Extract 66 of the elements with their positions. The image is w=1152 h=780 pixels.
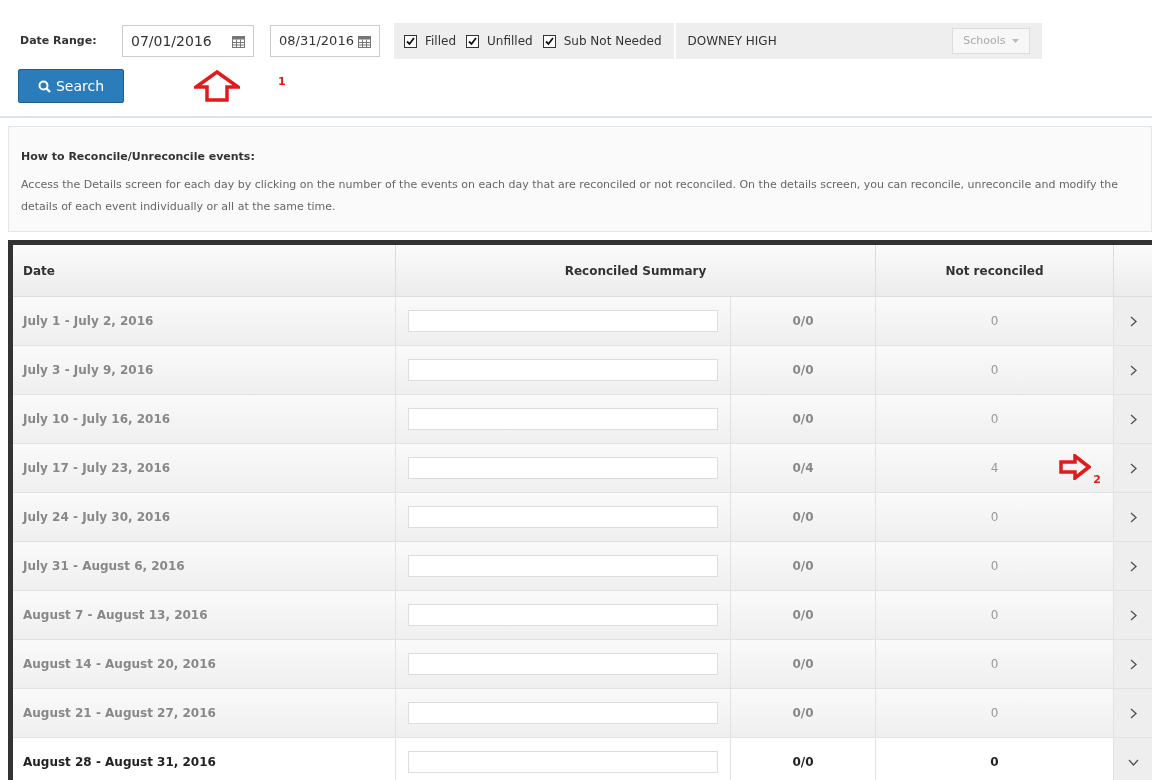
date-cell-text: August 7 - August 13, 2016 bbox=[23, 607, 208, 624]
date-cell-text: July 31 - August 6, 2016 bbox=[23, 558, 185, 575]
chevron-right-icon[interactable] bbox=[1129, 658, 1137, 670]
ratio-cell-text: 0/4 bbox=[792, 460, 814, 477]
start-date-field[interactable]: 07/01/2016 bbox=[122, 25, 254, 57]
date-range-label: Date Range: bbox=[20, 32, 98, 49]
date-cell-text: July 3 - July 9, 2016 bbox=[23, 362, 154, 379]
date-cell-text: July 10 - July 16, 2016 bbox=[23, 411, 171, 428]
ratio-cell-text: 0/0 bbox=[792, 656, 814, 673]
school-name: DOWNEY HIGH bbox=[687, 33, 777, 50]
date-value: 07/01/2016 bbox=[131, 31, 212, 51]
chevron-right-icon[interactable] bbox=[1129, 364, 1137, 376]
column-header: Reconciled Summary bbox=[396, 245, 876, 296]
count-cell-text: 4 bbox=[990, 460, 999, 477]
calendar-icon bbox=[232, 34, 245, 48]
ratio-cell-text: 0/0 bbox=[792, 705, 814, 722]
chevron-right-icon[interactable] bbox=[1129, 413, 1137, 425]
ratio-cell-text: 0/0 bbox=[792, 509, 814, 526]
chevron-right-icon[interactable] bbox=[1129, 707, 1137, 719]
ratio-cell-text: 0/0 bbox=[792, 411, 814, 428]
chevron-right-icon[interactable] bbox=[1129, 511, 1137, 523]
chevron-right-icon[interactable] bbox=[1129, 609, 1137, 621]
caret-icon bbox=[1011, 39, 1019, 43]
right-arrow-icon bbox=[1059, 454, 1092, 480]
checkbox-label: Filled bbox=[425, 33, 457, 50]
column-header: Date bbox=[13, 245, 396, 296]
count-cell-text: 0 bbox=[990, 411, 999, 428]
search-icon bbox=[37, 79, 51, 93]
checkbox-label: Sub Not Needed bbox=[563, 33, 662, 50]
checkbox[interactable] bbox=[542, 34, 556, 48]
date-value: 08/31/2016 bbox=[279, 32, 354, 51]
annotation-number: 2 bbox=[1093, 472, 1101, 488]
ratio-cell-text: 0/0 bbox=[792, 313, 814, 330]
date-cell-text: July 17 - July 23, 2016 bbox=[23, 460, 171, 477]
count-cell-text: 0 bbox=[990, 754, 999, 771]
search-button[interactable]: Search bbox=[18, 69, 124, 103]
date-cell-text: July 24 - July 30, 2016 bbox=[23, 509, 171, 526]
count-cell-text: 0 bbox=[990, 558, 999, 575]
date-cell-text: July 1 - July 2, 2016 bbox=[23, 313, 154, 330]
info-title: How to Reconcile/Unreconcile events: bbox=[21, 149, 256, 165]
checkbox[interactable] bbox=[466, 34, 480, 48]
count-cell-text: 0 bbox=[990, 705, 999, 722]
ratio-cell-text: 0/0 bbox=[792, 607, 814, 624]
annotation-number: 1 bbox=[278, 74, 286, 90]
count-cell-text: 0 bbox=[990, 362, 999, 379]
ratio-cell-text: 0/0 bbox=[792, 362, 814, 379]
calendar-icon bbox=[358, 34, 371, 48]
count-cell-text: 0 bbox=[990, 509, 999, 526]
chevron-down-icon[interactable] bbox=[1127, 758, 1139, 766]
count-cell-text: 0 bbox=[990, 607, 999, 624]
checkbox-label: Unfilled bbox=[487, 33, 533, 50]
chevron-right-icon[interactable] bbox=[1129, 315, 1137, 327]
up-arrow-icon bbox=[194, 70, 240, 102]
ratio-cell-text: 0/0 bbox=[792, 558, 814, 575]
chevron-right-icon[interactable] bbox=[1129, 560, 1137, 572]
date-cell-text: August 28 - August 31, 2016 bbox=[23, 754, 216, 771]
column-header: Not reconciled bbox=[876, 245, 1114, 296]
info-text: Access the Details screen for each day by clicking on the number of the events on each day that are reconciled or not reconciled. On the details screen, you can reconcile, unreconcile and modify the details of each event individually or all at the same time. bbox=[21, 176, 1120, 215]
count-cell-text: 0 bbox=[990, 313, 999, 330]
date-cell-text: August 21 - August 27, 2016 bbox=[23, 705, 216, 722]
count-cell-text: 0 bbox=[990, 656, 999, 673]
ratio-cell-text: 0/0 bbox=[792, 754, 814, 771]
checkbox[interactable] bbox=[404, 34, 417, 48]
chevron-right-icon[interactable] bbox=[1129, 462, 1137, 474]
date-cell-text: August 14 - August 20, 2016 bbox=[23, 656, 216, 673]
end-date-field[interactable]: 08/31/2016 bbox=[270, 25, 380, 57]
